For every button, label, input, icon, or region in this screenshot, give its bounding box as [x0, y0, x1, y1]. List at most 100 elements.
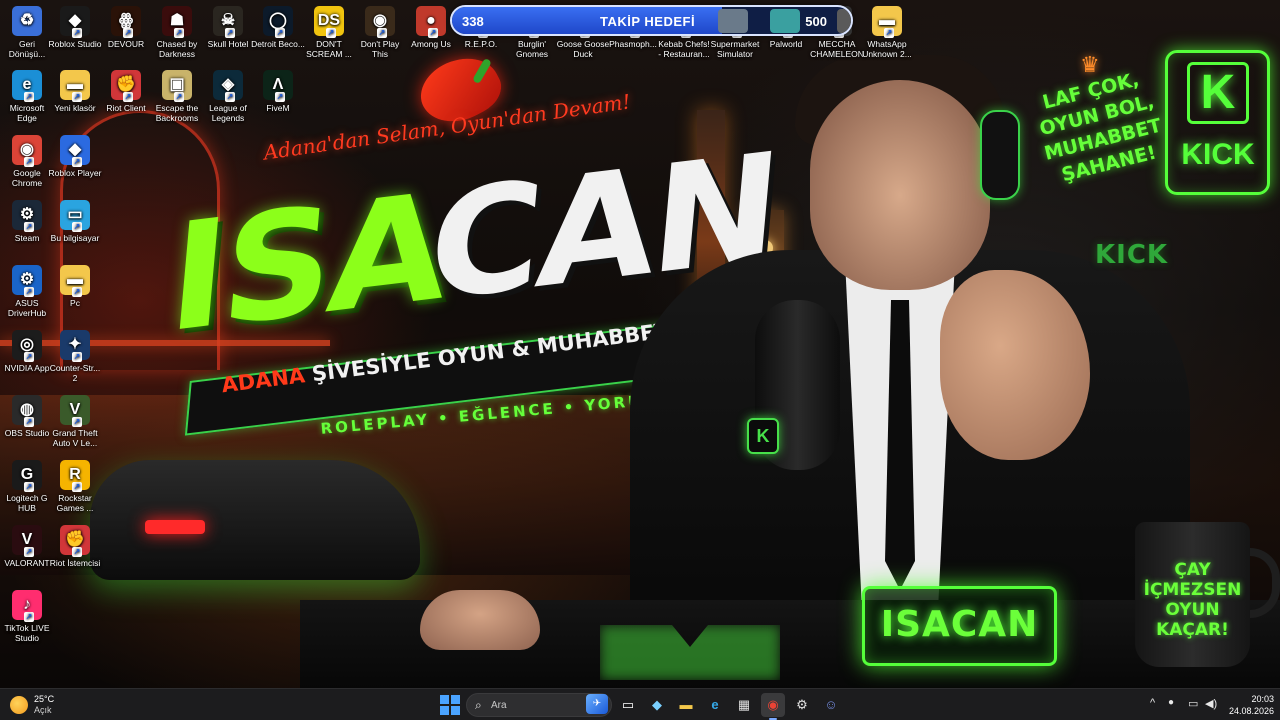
widgets-app-icon[interactable]: ✈ [586, 694, 608, 714]
desktop-icon-label: ASUS DriverHub [7, 298, 47, 318]
desktop-icon[interactable]: ▬Yeni klasör [48, 70, 102, 113]
desktop-icon-label: DEVOUR [107, 39, 145, 49]
tray-chevron-icon[interactable]: ^ [1150, 697, 1155, 709]
chrome-button[interactable]: ◉ [761, 693, 785, 720]
recycle-bin-icon: ♻ [12, 6, 42, 36]
desktop-icon-label: Supermarket Simulator [710, 39, 760, 59]
desktop-icon-label: Goose Goose Duck [556, 39, 610, 59]
start-button[interactable] [440, 695, 460, 715]
desktop-icon[interactable]: ▬Pc [48, 265, 102, 308]
search-placeholder: Ara [491, 700, 507, 711]
roblox-studio-icon: ◆ [60, 6, 90, 38]
desktop-icon-label: Bu bilgisayar [50, 233, 100, 243]
desktop-icon[interactable]: ♻ Geri Dönüşü... [0, 6, 54, 59]
tray-volume-icon[interactable]: ◀) [1205, 697, 1217, 710]
league-of-legends-icon: ◈ [213, 70, 243, 102]
hand-on-mouse [420, 590, 540, 650]
desktop-icon[interactable]: ◉Don't Play This [353, 6, 407, 59]
desktop-icon[interactable]: ◍OBS Studio [0, 395, 54, 438]
edge-button[interactable]: e [703, 693, 727, 717]
streamer-head [810, 80, 990, 290]
windows-logo-pane [451, 706, 460, 715]
desktop-icon[interactable]: ◆Roblox Player [48, 135, 102, 178]
desktop-icon[interactable]: ◯Detroit Beco... [251, 6, 305, 49]
copilot-button[interactable]: ◆ [645, 693, 669, 717]
tray-microphone-icon[interactable]: ● [1168, 697, 1174, 708]
file-explorer-button[interactable]: ▬ [674, 693, 698, 717]
edge-icon: e [12, 70, 42, 102]
mic-kick-badge: K [747, 418, 779, 454]
desktop-icon[interactable]: ▣Escape the Backrooms [150, 70, 204, 123]
folder-icon: ▬ [872, 6, 902, 38]
desktop-icon[interactable]: VVALORANT [0, 525, 54, 568]
windows-logo-pane [451, 695, 460, 704]
desktop-icon[interactable]: ☗Chased by Darkness [150, 6, 204, 59]
skull-hotel-icon: ☠ [213, 6, 243, 38]
desktop-icon[interactable]: ⚙ASUS DriverHub [0, 265, 54, 318]
crown-icon: ♛ [1080, 52, 1100, 77]
desktop-icon[interactable]: GLogitech G HUB [0, 460, 54, 513]
desktop-icon[interactable]: ▬WhatsApp Unknown 2... [860, 6, 914, 59]
logo-part-isa: ISA [162, 160, 451, 367]
weather-temperature: 25°C [34, 694, 55, 704]
desktop-icon[interactable]: ◆Roblox Studio [48, 6, 102, 49]
desktop-icon-label: Burglin' Gnomes [515, 39, 549, 59]
slogan-text: LAF ÇOK, OYUN BOL, MUHABBET ŞAHANE! [1030, 65, 1171, 191]
mug-line: OYUN [1165, 600, 1220, 620]
chair-kick-text: KICK [1095, 240, 1169, 270]
desktop-icon[interactable]: ⚙Steam [0, 200, 54, 243]
desktop-icon[interactable]: ✊Riot Client [99, 70, 153, 113]
desktop-icon[interactable]: VGrand Theft Auto V Le... [48, 395, 102, 448]
devour-icon: ꙮ [111, 6, 141, 38]
follower-count: 338 [462, 14, 484, 29]
tray-monitor-icon[interactable]: ▭ [1188, 697, 1198, 710]
goal-thumb-building-icon [718, 9, 748, 33]
desktop-icon-label: VALORANT [4, 558, 50, 568]
discord-button[interactable]: ☺ [819, 693, 843, 717]
desktop-icon-label: Geri Dönüşü... [8, 39, 46, 59]
desktop-icon[interactable]: eMicrosoft Edge [0, 70, 54, 123]
desktop-icon[interactable]: ▭Bu bilgisayar [48, 200, 102, 243]
steam-button[interactable]: ⚙ [790, 693, 814, 717]
desktop-icon-label: NVIDIA App [4, 363, 50, 373]
store-button[interactable]: ▦ [732, 693, 756, 717]
desktop-icon-label: WhatsApp Unknown 2... [862, 39, 912, 59]
clock-time: 20:03 [1251, 694, 1274, 704]
desktop-icon[interactable]: ✦Counter-Str... 2 [48, 330, 102, 383]
follower-goal-target: 500 [805, 14, 827, 29]
desktop-icon[interactable]: ♪TikTok LIVE Studio [0, 590, 54, 643]
desktop-icon[interactable]: DSDON'T SCREAM ... [302, 6, 356, 59]
taskbar-clock[interactable]: 20:03 24.08.2026 [1222, 693, 1274, 717]
among-us-icon: ● [416, 6, 446, 38]
desktop-icon[interactable]: ◉Google Chrome [0, 135, 54, 188]
kick-logo-icon: K [1187, 62, 1249, 124]
desktop-icon[interactable]: ☠Skull Hotel [201, 6, 255, 49]
task-view-button[interactable]: ▭ [616, 693, 640, 717]
follower-goal-label: TAKİP HEDEFİ [600, 14, 696, 29]
escape-backrooms-icon: ▣ [162, 70, 192, 102]
nvidia-icon: ◎ [12, 330, 42, 362]
goal-thumb-edge-icon [837, 9, 851, 33]
desktop-icon[interactable]: ✊Riot İstemcisi [48, 525, 102, 568]
mug-text: ÇAY İÇMEZSEN OYUN KAÇAR! [1140, 560, 1245, 640]
dont-play-this-icon: ◉ [365, 6, 395, 38]
steam-icon: ⚙ [12, 200, 42, 232]
logitech-g-hub-icon: G [12, 460, 42, 492]
desktop-icon[interactable]: ΛFiveM [251, 70, 305, 113]
desktop-icon[interactable]: ◎NVIDIA App [0, 330, 54, 373]
chrome-icon: ◉ [12, 135, 42, 167]
desktop-icon[interactable]: ꙮDEVOUR [99, 6, 153, 49]
desktop-icon[interactable]: RRockstar Games ... [48, 460, 102, 513]
detroit-icon: ◯ [263, 6, 293, 38]
desktop-icon-label: Escape the Backrooms [155, 103, 199, 123]
desktop-icon-label: Logitech G HUB [6, 493, 48, 513]
desktop-icon-label: Don't Play This [360, 39, 400, 59]
desktop-icon[interactable]: ●Among Us [404, 6, 458, 49]
desktop-icon-label: Rockstar Games ... [56, 493, 94, 513]
desktop-icon-label: Yeni klasör [54, 103, 96, 113]
mug-line: İÇMEZSEN [1143, 580, 1242, 600]
desktop-icon-label: Phasmoph... [609, 39, 657, 49]
weather-widget[interactable]: 25°C Açık [10, 693, 90, 717]
headphone-icon [980, 110, 1020, 200]
desktop-icon[interactable]: ◈League of Legends [201, 70, 255, 123]
